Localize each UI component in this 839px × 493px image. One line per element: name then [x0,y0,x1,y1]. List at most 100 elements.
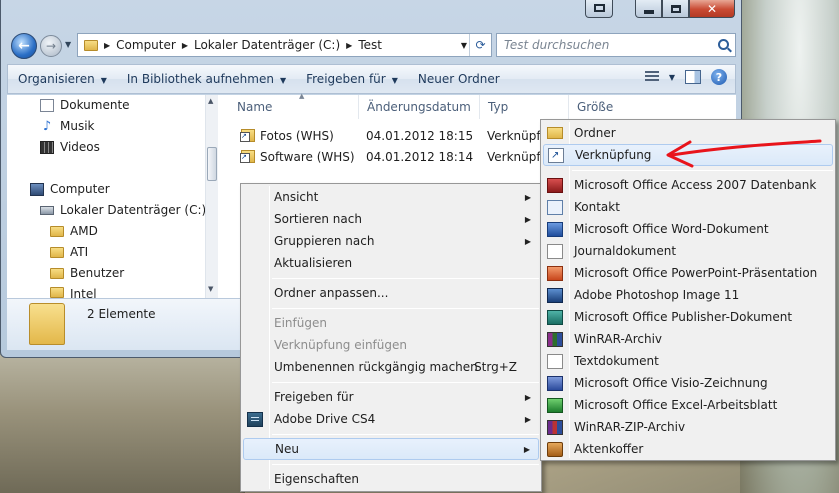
address-dropdown-icon[interactable]: ▼ [461,41,467,50]
chevron-right-icon[interactable]: ▶ [182,41,188,50]
menu-item-new-journal[interactable]: Journaldokument [543,240,833,262]
column-header-name[interactable]: ▲ Name [229,92,359,119]
include-library-button[interactable]: In Bibliothek aufnehmen ▼ [117,72,296,86]
menu-item-customize-folder[interactable]: Ordner anpassen... [243,282,539,304]
desktop-background-ground [0,355,245,493]
menu-item-properties[interactable]: Eigenschaften [243,468,539,490]
window-switch-button[interactable] [585,0,613,18]
share-label: Freigeben für [306,72,386,86]
menu-item-new-briefcase[interactable]: Aktenkoffer [543,438,833,460]
scroll-up-icon[interactable]: ▲ [208,97,213,105]
menu-item-new-excel[interactable]: Microsoft Office Excel-Arbeitsblatt [543,394,833,416]
file-name: Software (WHS) [260,150,355,164]
column-header-type[interactable]: Typ [480,95,569,119]
menu-item-new-text[interactable]: Textdokument [543,350,833,372]
new-folder-button[interactable]: Neuer Ordner [408,72,510,86]
maximize-button[interactable] [662,0,689,18]
breadcrumb-drive[interactable]: Lokaler Datenträger (C:) [194,38,340,52]
menu-item-label: Textdokument [574,354,659,368]
access-icon [547,177,563,193]
share-button[interactable]: Freigeben für ▼ [296,72,408,86]
menu-item-new-access[interactable]: Microsoft Office Access 2007 Datenbank [543,174,833,196]
address-bar[interactable]: ▶ Computer ▶ Lokaler Datenträger (C:) ▶ … [77,33,492,57]
menu-item-new-folder[interactable]: Ordner [543,122,833,144]
menu-item-sort-by[interactable]: Sortieren nach ▶ [243,208,539,230]
menu-item-label: Gruppieren nach [274,234,375,248]
nav-item-drive[interactable]: Lokaler Datenträger (C:) [40,203,206,217]
menu-item-undo-rename[interactable]: Umbenennen rückgängig machen Strg+Z [243,356,539,378]
nav-item-videos[interactable]: Videos [40,140,100,154]
nav-item-label: ATI [70,245,89,259]
menu-item-paste-shortcut[interactable]: Verknüpfung einfügen [243,334,539,356]
menu-item-paste[interactable]: Einfügen [243,312,539,334]
include-library-label: In Bibliothek aufnehmen [126,72,274,86]
recent-pages-dropdown[interactable]: ▼ [65,40,71,49]
breadcrumb-test[interactable]: Test [358,38,382,52]
nav-item-intel[interactable]: Intel [50,287,97,298]
menu-item-label: Neu [275,442,299,456]
menu-item-label: Microsoft Office Excel-Arbeitsblatt [574,398,778,412]
menu-item-share-with[interactable]: Freigeben für ▶ [243,386,539,408]
chevron-right-icon[interactable]: ▶ [104,41,110,50]
search-icon[interactable] [718,39,729,50]
menu-item-new-shortcut[interactable]: Verknüpfung [543,144,833,166]
menu-item-refresh[interactable]: Aktualisieren [243,252,539,274]
search-input[interactable]: Test durchsuchen [496,33,736,57]
menu-item-adobe-drive[interactable]: Adobe Drive CS4 ▶ [243,408,539,430]
menu-item-new-winrar[interactable]: WinRAR-Archiv [543,328,833,350]
nav-item-computer[interactable]: Computer [30,182,110,196]
menu-item-new-contact[interactable]: Kontakt [543,196,833,218]
submenu-arrow-icon: ▶ [524,414,531,424]
preview-pane-icon[interactable] [685,70,701,84]
menu-item-label: Microsoft Office Word-Dokument [574,222,769,236]
nav-item-label: Intel [70,287,97,298]
nav-item-music[interactable]: ♪ Musik [40,119,95,133]
menu-item-new-publisher[interactable]: Microsoft Office Publisher-Dokument [543,306,833,328]
organize-button[interactable]: Organisieren ▼ [8,72,117,86]
close-button[interactable]: ✕ [689,0,735,18]
arrow-left-icon: ← [18,38,30,54]
help-icon[interactable]: ? [711,69,727,85]
menu-item-new-photoshop[interactable]: Adobe Photoshop Image 11 [543,284,833,306]
column-header-date[interactable]: Änderungsdatum [359,95,480,119]
menu-item-new-powerpoint[interactable]: Microsoft Office PowerPoint-Präsentation [543,262,833,284]
nav-item-amd[interactable]: AMD [50,224,98,238]
menu-item-view[interactable]: Ansicht ▶ [243,186,539,208]
music-icon: ♪ [42,118,52,134]
scroll-down-icon[interactable]: ▼ [208,285,213,293]
forward-button[interactable]: → [40,35,62,57]
text-document-icon [547,353,563,369]
nav-item-documents[interactable]: Dokumente [40,98,130,112]
menu-separator [272,382,539,383]
menu-item-new-word[interactable]: Microsoft Office Word-Dokument [543,218,833,240]
column-header-size[interactable]: Größe [569,95,669,119]
submenu-arrow-icon: ▶ [524,392,531,402]
menu-item-label: Sortieren nach [274,212,362,226]
menu-item-new[interactable]: Neu ▶ [243,438,539,460]
nav-item-ati[interactable]: ATI [50,245,88,259]
back-button[interactable]: ← [11,33,37,59]
refresh-button[interactable]: ⟳ [469,34,491,56]
menu-item-new-visio[interactable]: Microsoft Office Visio-Zeichnung [543,372,833,394]
chevron-right-icon[interactable]: ▶ [346,41,352,50]
menu-item-label: Kontakt [574,200,620,214]
breadcrumb-computer[interactable]: Computer [116,38,176,52]
menu-item-group-by[interactable]: Gruppieren nach ▶ [243,230,539,252]
navpane-scrollbar[interactable]: ▲ ▼ [205,95,218,298]
nav-item-benutzer[interactable]: Benutzer [50,266,124,280]
folder-icon [50,267,64,279]
minimize-button[interactable] [635,0,662,18]
menu-item-new-zip[interactable]: WinRAR-ZIP-Archiv [543,416,833,438]
menu-item-label: Einfügen [274,316,327,330]
menu-item-label: Adobe Drive CS4 [274,412,376,426]
view-options-icon[interactable] [644,71,659,83]
computer-icon [30,182,44,196]
view-dropdown-icon[interactable]: ▼ [669,73,675,82]
nav-item-label: AMD [70,224,98,238]
column-date-label: Änderungsdatum [367,100,471,114]
menu-separator [272,278,539,279]
chevron-down-icon: ▼ [279,76,287,85]
scrollbar-thumb[interactable] [207,147,217,181]
excel-icon [547,397,563,413]
publisher-icon [547,309,563,325]
